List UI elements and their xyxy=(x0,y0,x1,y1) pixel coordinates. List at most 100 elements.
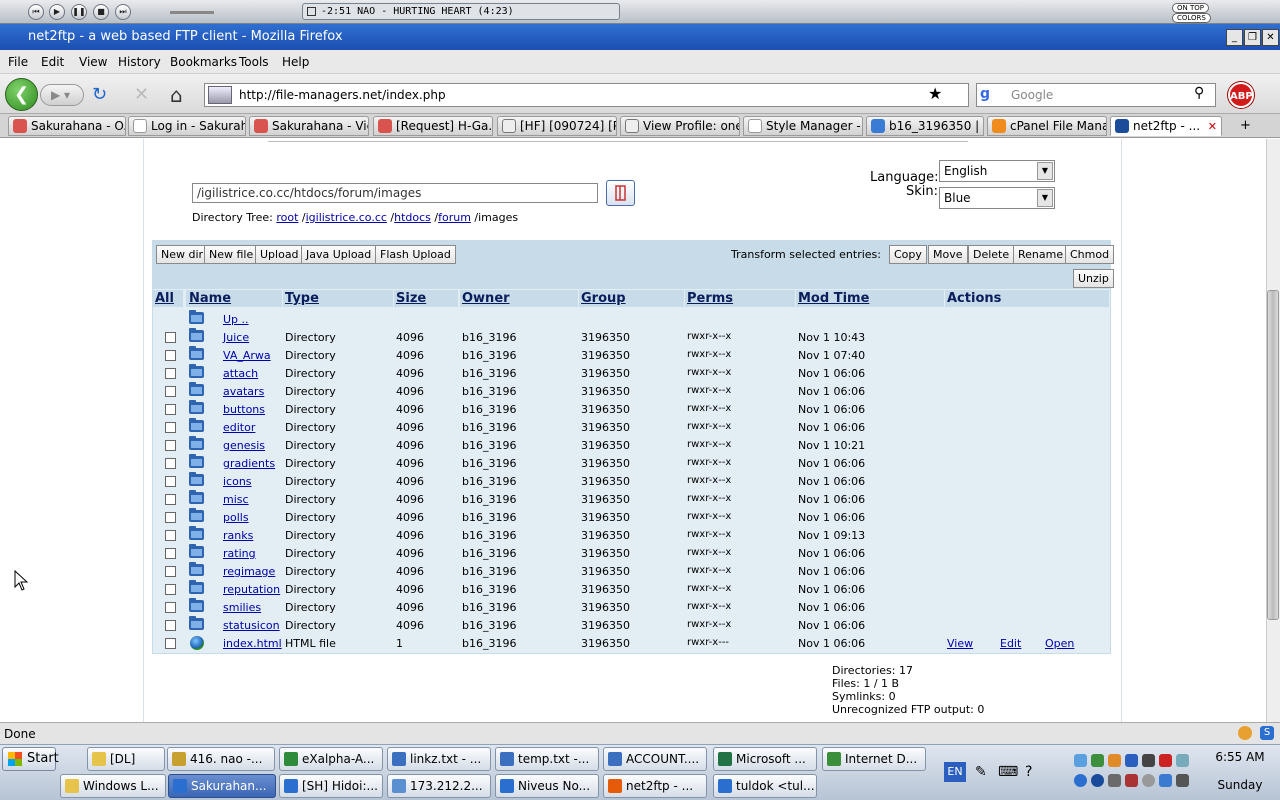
start-button[interactable]: Start xyxy=(2,747,59,771)
taskbar-item-active[interactable]: Sakurahan... xyxy=(168,774,276,798)
upload-button[interactable]: Upload xyxy=(255,245,304,264)
row-checkbox[interactable] xyxy=(165,548,176,559)
keyboard-icon[interactable]: ⌨ xyxy=(998,764,1018,780)
file-name-link[interactable]: Juice xyxy=(223,331,249,344)
rename-button[interactable]: Rename xyxy=(1013,245,1069,264)
taskbar-item[interactable]: Niveus No... xyxy=(495,774,599,798)
copy-button[interactable]: Copy xyxy=(889,245,927,264)
tab-4[interactable]: [Request] H-Ga... xyxy=(373,116,493,136)
file-name-link[interactable]: polls xyxy=(223,511,249,524)
new-file-button[interactable]: New file xyxy=(204,245,259,264)
move-button[interactable]: Move xyxy=(928,245,968,264)
scrollbar-thumb[interactable] xyxy=(1267,290,1279,620)
row-checkbox[interactable] xyxy=(165,494,176,505)
taskbar-item[interactable]: Internet D... xyxy=(822,747,926,771)
menu-view[interactable]: View xyxy=(79,55,107,69)
taskbar-item[interactable]: 416. nao -... xyxy=(167,747,275,771)
row-checkbox[interactable] xyxy=(165,620,176,631)
taskbar-item[interactable]: [DL] xyxy=(87,747,165,771)
tray-bluetooth-icon[interactable] xyxy=(1125,754,1138,767)
action-view-link[interactable]: View xyxy=(947,637,973,650)
prev-icon[interactable]: ⏮ xyxy=(28,4,44,20)
row-checkbox[interactable] xyxy=(165,638,176,649)
row-checkbox[interactable] xyxy=(165,584,176,595)
skin-select[interactable]: Blue ▼ xyxy=(939,187,1055,209)
row-checkbox[interactable] xyxy=(165,512,176,523)
row-checkbox[interactable] xyxy=(165,566,176,577)
home-icon[interactable]: ⌂ xyxy=(170,83,183,107)
taskbar-item[interactable]: temp.txt -... xyxy=(495,747,599,771)
search-icon[interactable]: ⚲ xyxy=(1194,85,1204,101)
file-name-link[interactable]: genesis xyxy=(223,439,265,452)
taskbar-item[interactable]: net2ftp - ... xyxy=(603,774,707,798)
tab-5[interactable]: [HF] [090724] [P... xyxy=(497,116,617,136)
taskbar-item[interactable]: 173.212.2... xyxy=(387,774,491,798)
taskbar-item[interactable]: Microsoft ... xyxy=(713,747,817,771)
file-name-link[interactable]: avatars xyxy=(223,385,264,398)
row-checkbox[interactable] xyxy=(165,404,176,415)
taskbar-item[interactable]: tuldok <tul... xyxy=(713,774,817,798)
tab-2[interactable]: Log in - Sakurah... xyxy=(128,116,246,136)
tab-6[interactable]: View Profile: one... xyxy=(620,116,740,136)
clock-time[interactable]: 6:55 AM xyxy=(1210,750,1270,764)
menu-history[interactable]: History xyxy=(118,55,161,69)
back-button[interactable]: ❮ xyxy=(5,78,38,111)
new-dir-button[interactable]: New dir xyxy=(156,245,209,264)
row-checkbox[interactable] xyxy=(165,440,176,451)
search-input[interactable]: Google xyxy=(976,83,1216,107)
row-checkbox[interactable] xyxy=(165,602,176,613)
minimize-icon[interactable]: _ xyxy=(1226,29,1243,46)
tab-1[interactable]: Sakurahana - O... xyxy=(8,116,126,136)
directory-tree-button[interactable] xyxy=(606,180,635,206)
play-icon[interactable]: ▶ xyxy=(49,4,65,20)
tray-app-icon[interactable] xyxy=(1159,774,1172,787)
menu-bookmarks[interactable]: Bookmarks xyxy=(170,55,237,69)
directory-input[interactable]: /igilistrice.co.cc/htdocs/forum/images xyxy=(192,183,598,203)
tray-app-icon[interactable] xyxy=(1159,754,1172,767)
addon-icon[interactable] xyxy=(1238,726,1252,740)
java-upload-button[interactable]: Java Upload xyxy=(301,245,377,264)
bookmark-star-icon[interactable]: ★ xyxy=(928,84,942,103)
row-checkbox[interactable] xyxy=(165,386,176,397)
forward-button[interactable]: ▶ ▾ xyxy=(40,84,84,106)
tab-10-active[interactable]: net2ftp - ... ✕ xyxy=(1110,116,1222,136)
tray-info-icon[interactable] xyxy=(1074,774,1087,787)
close-icon[interactable]: ✕ xyxy=(1262,29,1279,46)
row-checkbox[interactable] xyxy=(165,350,176,361)
delete-button[interactable]: Delete xyxy=(968,245,1015,264)
tree-link-htdocs[interactable]: htdocs xyxy=(394,211,431,224)
tab-8[interactable]: b16_3196350 | ... xyxy=(866,116,984,136)
row-checkbox[interactable] xyxy=(165,332,176,343)
tray-app-icon[interactable] xyxy=(1142,774,1155,787)
file-name-link[interactable]: regimage xyxy=(223,565,275,578)
file-name-link[interactable]: VA_Arwa xyxy=(223,349,271,362)
url-bar[interactable]: http://file-managers.net/index.php xyxy=(204,83,969,107)
tray-app-icon[interactable] xyxy=(1125,774,1138,787)
chmod-button[interactable]: Chmod xyxy=(1065,245,1115,264)
help-icon[interactable]: ? xyxy=(1025,764,1032,780)
file-name-link[interactable]: reputation xyxy=(223,583,280,596)
column-group[interactable]: Group xyxy=(581,291,626,306)
column-all[interactable]: All xyxy=(155,291,174,306)
tray-network-icon[interactable] xyxy=(1074,754,1087,767)
tab-close-icon[interactable]: ✕ xyxy=(1208,118,1217,135)
file-name-link[interactable]: misc xyxy=(223,493,249,506)
row-checkbox[interactable] xyxy=(165,458,176,469)
language-indicator[interactable]: EN xyxy=(944,762,966,782)
file-name-link[interactable]: ranks xyxy=(223,529,253,542)
restore-icon[interactable]: ❐ xyxy=(1244,29,1261,46)
taskbar-item[interactable]: Windows L... xyxy=(60,774,166,798)
file-name-link[interactable]: editor xyxy=(223,421,255,434)
file-name-link[interactable]: smilies xyxy=(223,601,261,614)
column-owner[interactable]: Owner xyxy=(462,291,510,306)
pause-icon[interactable]: ❚❚ xyxy=(71,4,87,20)
tree-link-domain[interactable]: igilistrice.co.cc xyxy=(306,211,387,224)
volume-slider[interactable] xyxy=(170,11,214,14)
flash-upload-button[interactable]: Flash Upload xyxy=(375,245,456,264)
action-open-link[interactable]: Open xyxy=(1045,637,1074,650)
tree-link-root[interactable]: root xyxy=(276,211,298,224)
tray-volume-icon[interactable] xyxy=(1142,754,1155,767)
google-icon[interactable]: g xyxy=(980,86,998,104)
column-name[interactable]: Name xyxy=(189,291,231,306)
menu-help[interactable]: Help xyxy=(282,55,309,69)
